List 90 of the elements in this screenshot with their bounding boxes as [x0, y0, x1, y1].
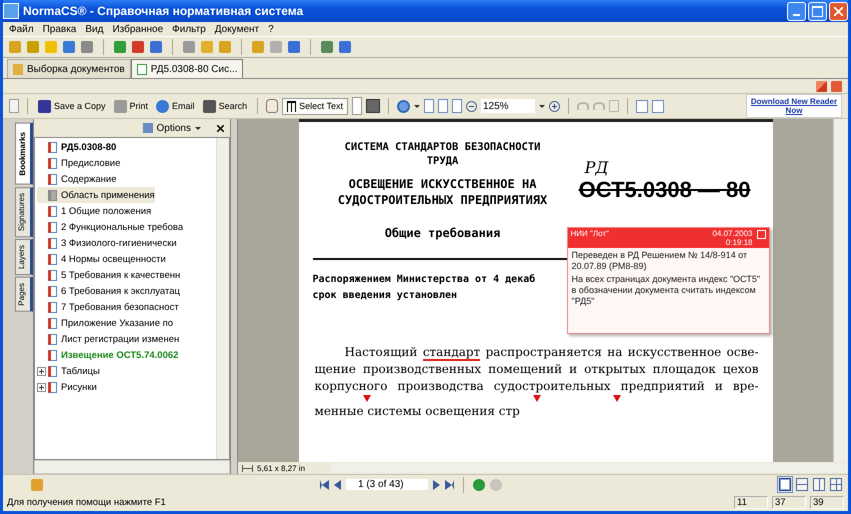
body-text-line: щение производственных помещений и открытых площадок цехов — [314, 361, 758, 378]
close-button[interactable] — [829, 2, 848, 20]
comment-time: 0:19:18 — [726, 238, 752, 247]
bookmark-item[interactable]: 6 Требования к эксплуатац — [37, 283, 180, 299]
bookmark-item[interactable]: Область применения — [37, 187, 155, 203]
document-title: ОСВЕЩЕНИЕ ИСКУССТВЕННОЕ НА — [348, 176, 536, 192]
search-button[interactable]: Search — [200, 98, 250, 114]
scrollbar[interactable] — [833, 119, 848, 462]
side-tab[interactable]: Signatures — [15, 186, 33, 237]
note-marker-icon[interactable] — [532, 395, 540, 402]
menu-item[interactable]: Фильтр — [172, 24, 206, 34]
effective-date-text: срок введения установлен — [312, 289, 457, 303]
menu-item[interactable]: Правка — [42, 24, 76, 34]
options-button[interactable]: Options — [142, 122, 201, 134]
save-button[interactable]: Save a Copy — [36, 98, 108, 114]
status-field: 37 — [772, 496, 806, 509]
document-tab[interactable]: Выборка документов — [7, 59, 131, 78]
facing-pages-icon[interactable] — [813, 478, 825, 491]
select-text-button[interactable]: Select Text — [282, 98, 348, 114]
document-subtitle: Общие требования — [384, 226, 500, 240]
first-page-icon[interactable] — [320, 480, 329, 490]
caret-icon[interactable] — [414, 104, 420, 110]
page-size: 5,61 x 8,27 in — [257, 464, 306, 472]
note-marker-icon[interactable] — [612, 395, 620, 402]
scrollbar[interactable] — [216, 138, 229, 459]
two-page-icon[interactable] — [830, 478, 842, 491]
single-page-icon[interactable] — [779, 478, 791, 491]
bookmark-item[interactable]: Рисунки — [37, 379, 97, 395]
email-button[interactable]: Email — [154, 98, 197, 114]
status-text: Для получения помощи нажмите F1 — [7, 497, 167, 508]
series-heading: СИСТЕМА СТАНДАРТОВ БЕЗОПАСНОСТИ — [344, 140, 540, 154]
scrollbar[interactable] — [34, 460, 230, 474]
document-number: ОСТ5.0308 — 80 — [578, 177, 750, 203]
series-heading: ТРУДА — [426, 154, 458, 168]
resize-icon — [242, 464, 253, 472]
menu-item[interactable]: ? — [268, 24, 274, 34]
window-title: NormaCS® - Справочная нормативная система — [23, 4, 304, 18]
last-page-icon[interactable] — [445, 480, 454, 490]
handwritten-note: РД — [584, 158, 608, 177]
page-number-field[interactable]: 1 (3 of 43) — [346, 479, 428, 490]
rotate-page-icon[interactable] — [652, 100, 664, 112]
zoom-out-icon[interactable] — [466, 100, 477, 112]
comment-author: НИИ "Лот" — [570, 229, 610, 240]
next-page-icon[interactable] — [433, 480, 440, 490]
expand-icon[interactable] — [37, 382, 46, 392]
splitter[interactable] — [230, 119, 238, 474]
note-marker-icon[interactable] — [362, 395, 370, 402]
bookmark-item[interactable]: 5 Требования к качественн — [37, 267, 180, 283]
status-field: 39 — [810, 496, 844, 509]
maximize-button[interactable] — [808, 2, 827, 20]
decree-text: Распоряжением Министерства от 4 декаб — [312, 273, 536, 287]
bookmark-item[interactable]: Предисловие — [37, 155, 120, 171]
comment-text: Переведен в РД Решением № 14/8-914 от 20.07.89 (РМ8-89) — [570, 250, 748, 272]
bookmark-item[interactable]: 7 Требования безопасност — [37, 299, 179, 315]
minimize-button[interactable] — [787, 2, 806, 20]
menu-item[interactable]: Файл — [9, 24, 34, 34]
app-icon — [3, 3, 19, 19]
comment-date: 04.07.2003 — [712, 229, 752, 238]
side-tab[interactable]: Layers — [15, 238, 33, 275]
bookmark-item[interactable]: Приложение Указание по — [37, 315, 174, 331]
status-field: 11 — [734, 496, 768, 509]
side-tab[interactable]: Pages — [15, 276, 33, 312]
body-text-line: Настоящий стандарт распространяется на искусственное осве- — [344, 344, 758, 361]
document-tab[interactable]: РД5.0308-80 Сис... — [130, 59, 244, 78]
side-tab[interactable]: Bookmarks — [15, 123, 33, 185]
zoom-field[interactable]: 125% — [480, 99, 535, 113]
menu-item[interactable]: Документ — [214, 24, 260, 34]
continuous-page-icon[interactable] — [796, 478, 808, 491]
bookmark-item[interactable]: РД5.0308-80 — [37, 139, 116, 155]
print-button[interactable]: Print — [112, 98, 150, 114]
expand-icon[interactable] — [37, 366, 46, 376]
bookmark-item[interactable]: 2 Функциональные требова — [37, 219, 184, 235]
menu-item[interactable]: Вид — [85, 24, 104, 34]
download-link[interactable]: Download New Reader Now — [746, 94, 842, 118]
bookmark-item[interactable]: Лист регистрации изменен — [37, 331, 180, 347]
rotate-page-icon[interactable] — [636, 100, 648, 112]
bookmark-item[interactable]: Содержание — [37, 171, 117, 187]
comment-text: На всех страницах документа индекс "ОСТ5" в обозначении документа считать индексом "РД5" — [570, 274, 762, 307]
menu-item[interactable]: Избранное — [112, 24, 164, 34]
document-title: СУДОСТРОИТЕЛЬНЫХ ПРЕДПРИЯТИЯХ — [338, 192, 548, 208]
scrollbar[interactable] — [331, 463, 848, 473]
body-text-line: менные системы освещения стр — [314, 403, 520, 420]
caret-icon[interactable] — [538, 104, 545, 110]
bookmark-item[interactable]: 3 Физиолого-гигиенически — [37, 235, 177, 251]
bookmark-item[interactable]: Таблицы — [37, 363, 100, 379]
bookmark-item[interactable]: 1 Общие положения — [37, 203, 152, 219]
body-text-line: корпусного производства судостроительных предприятий и вре- — [314, 378, 758, 395]
bookmark-item[interactable]: 4 Нормы освещенности — [37, 251, 166, 267]
bookmark-item[interactable]: Извещение ОСТ5.74.0062 — [37, 347, 178, 363]
comment-popup[interactable]: НИИ "Лот" 04.07.2003 0:19:18 Переведен в РД Решением № 14/8-914 от 20.07.89 (РМ8-89) На всех страницах документа индекс "ОСТ5" в обозначении документа считать индексом "РД5" — [566, 227, 770, 334]
